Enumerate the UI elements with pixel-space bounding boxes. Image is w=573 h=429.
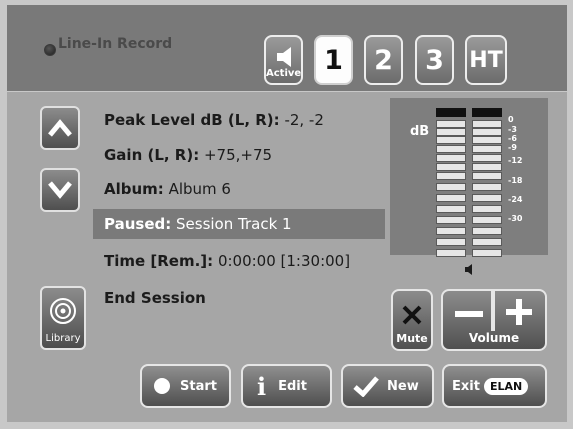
exit-label: Exit [452,378,480,394]
time-value: 0:00:00 [1:30:00] [213,252,351,270]
meter-segment [436,194,466,202]
meter-segment [436,183,466,191]
record-led-icon [44,44,56,56]
album-value: Album 6 [163,180,231,198]
meter-peak-segment [436,108,466,117]
meter-segment [472,183,502,191]
zone-ht-label: HT [469,47,503,73]
meter-segment [472,128,502,136]
meter-tick-label: -18 [508,176,523,185]
volume-control[interactable]: Volume [441,289,547,351]
new-button[interactable]: New [341,364,434,408]
meter-segment [436,172,466,180]
meter-segment [436,120,466,128]
small-speaker-icon [465,264,472,275]
meter-segment [436,238,466,246]
start-button[interactable]: Start [140,364,231,408]
meter-tick-label: -3 [508,125,517,134]
zone-2-button[interactable]: 2 [364,35,403,85]
gain-line: Gain (L, R): +75,+75 [104,146,272,164]
library-button[interactable]: Library [40,286,86,350]
meter-segment [472,238,502,246]
exit-button[interactable]: Exit ELAN [442,364,547,408]
status-label: Paused: [104,215,172,233]
volume-label: Volume [468,331,520,345]
zone-3-button[interactable]: 3 [415,35,454,85]
meter-segment [472,205,502,213]
disc-icon [50,298,76,324]
mute-button[interactable]: Mute [391,289,433,351]
meter-tick-label: -30 [508,214,523,223]
track-name: Session Track 1 [171,215,292,233]
meter-segment [472,227,502,235]
meter-segment [436,163,466,171]
album-label: Album: [104,180,164,198]
gain-value: +75,+75 [199,146,273,164]
library-label: Library [45,333,81,344]
time-label: Time [Rem.]: [104,252,214,270]
speaker-icon [277,47,291,67]
checkmark-icon [353,376,379,397]
end-session-link[interactable]: End Session [104,289,206,307]
gain-label: Gain (L, R): [104,146,200,164]
record-icon [154,378,170,394]
meter-tick-label: -6 [508,134,517,143]
meter-tick-label: 0 [508,115,514,124]
meter-segment [436,145,466,153]
meter-segment [472,249,502,257]
zone-1-button[interactable]: 1 [314,35,353,85]
edit-label: Edit [278,378,307,394]
zone-ht-button[interactable]: HT [465,35,507,85]
meter-segment [472,163,502,171]
mute-label: Mute [396,332,428,345]
start-label: Start [180,378,217,394]
zone-2-label: 2 [374,44,393,76]
meter-tick-label: -24 [508,195,523,204]
meter-segment [436,216,466,224]
meter-segment [436,249,466,257]
elan-logo: ELAN [483,377,529,395]
meter-segment [472,145,502,153]
edit-button[interactable]: i Edit [241,364,332,408]
album-line: Album: Album 6 [104,180,231,198]
meter-peak-segment [472,108,502,117]
top-bar: Line-In Record Active 1 2 3 HT [7,5,567,91]
meter-segment [436,136,466,144]
chevron-down-icon [48,181,72,199]
zone-3-label: 3 [425,44,444,76]
volume-divider [491,291,495,331]
info-icon: i [257,371,267,401]
scroll-down-button[interactable] [40,168,80,212]
meter-segment [472,216,502,224]
time-line: Time [Rem.]: 0:00:00 [1:30:00] [104,252,350,270]
meter-segment [436,128,466,136]
track-status-row[interactable]: Paused: Session Track 1 [93,209,385,239]
speaker-active-label: Active [266,68,302,79]
level-meter: dB 0 -3 -6 -9 -12 -18 -24 -30 [390,98,548,257]
meter-segment [472,194,502,202]
meter-segment [472,120,502,128]
meter-segment [472,136,502,144]
meter-segment [436,205,466,213]
peak-level-line: Peak Level dB (L, R): -2, -2 [104,111,324,129]
mute-x-icon [402,305,422,325]
meter-tick-label: -9 [508,143,517,152]
meter-segment [436,154,466,162]
meter-segment [436,227,466,235]
plus-icon[interactable] [506,299,532,325]
line-in-record-label: Line-In Record [58,36,173,52]
meter-db-label: dB [410,124,430,139]
minus-icon[interactable] [455,309,483,319]
meter-tick-label: -12 [508,156,523,165]
meter-segment [472,154,502,162]
peak-level-label: Peak Level dB (L, R): [104,111,280,129]
peak-level-value: -2, -2 [279,111,324,129]
zone-1-label: 1 [324,44,343,76]
meter-segment [472,172,502,180]
scroll-up-button[interactable] [40,106,80,150]
track-status-text: Paused: Session Track 1 [104,215,292,233]
speaker-active-button[interactable]: Active [264,35,303,85]
chevron-up-icon [48,119,72,137]
new-label: New [387,378,419,394]
